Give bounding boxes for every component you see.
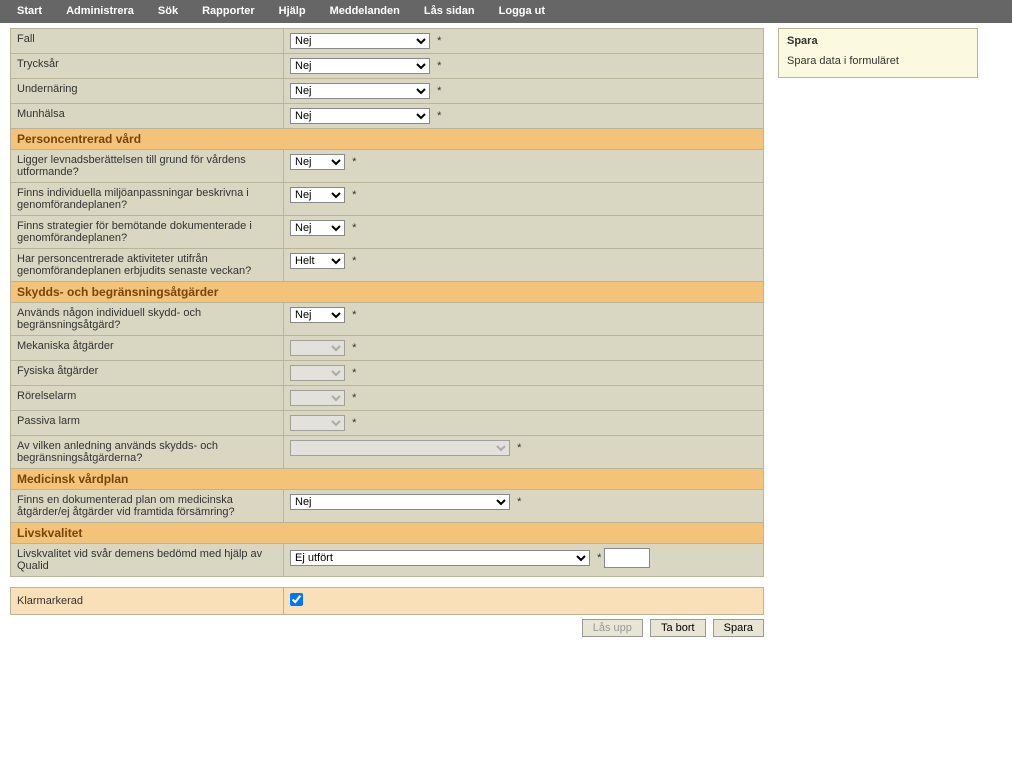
label-fysiska: Fysiska åtgärder <box>11 361 284 386</box>
select-qualid[interactable]: Ej utfört <box>290 550 590 566</box>
required-asterisk: * <box>352 156 356 168</box>
label-aktiviteter: Har personcentrerade aktiviteter utifrån… <box>11 249 284 282</box>
menu-start[interactable]: Start <box>5 3 54 19</box>
required-asterisk: * <box>597 552 601 564</box>
menu-sok[interactable]: Sök <box>146 3 190 19</box>
select-strategier[interactable]: Nej <box>290 220 345 236</box>
section-skydd: Skydds- och begränsningsåtgärder <box>11 282 764 303</box>
input-qualid-value[interactable] <box>604 548 650 568</box>
select-skydd-anvands[interactable]: Nej <box>290 307 345 323</box>
select-miljoanpassningar[interactable]: Nej <box>290 187 345 203</box>
required-asterisk: * <box>437 60 441 72</box>
select-medplan[interactable]: Nej <box>290 494 510 510</box>
select-undernaring[interactable]: Nej <box>290 83 430 99</box>
required-asterisk: * <box>517 496 521 508</box>
label-munhalsa: Munhälsa <box>11 104 284 129</box>
select-trycksar[interactable]: Nej <box>290 58 430 74</box>
select-fysiska <box>290 365 345 381</box>
spara-button[interactable]: Spara <box>713 619 764 637</box>
klar-table: Klarmarkerad <box>10 587 764 615</box>
label-klarmarkerad: Klarmarkerad <box>11 588 284 615</box>
label-passiva-larm: Passiva larm <box>11 411 284 436</box>
required-asterisk: * <box>517 442 521 454</box>
menu-rapporter[interactable]: Rapporter <box>190 3 267 19</box>
label-medplan: Finns en dokumenterad plan om medicinska… <box>11 490 284 523</box>
label-mekaniska: Mekaniska åtgärder <box>11 336 284 361</box>
required-asterisk: * <box>437 85 441 97</box>
form-table: Fall Nej * Trycksår Nej * Undernäring Ne… <box>10 28 764 577</box>
help-text: Spara data i formuläret <box>787 55 969 67</box>
help-title: Spara <box>787 35 969 47</box>
label-levnadsberattelse: Ligger levnadsberättelsen till grund för… <box>11 150 284 183</box>
required-asterisk: * <box>352 367 356 379</box>
required-asterisk: * <box>352 417 356 429</box>
required-asterisk: * <box>437 35 441 47</box>
label-trycksar: Trycksår <box>11 54 284 79</box>
select-aktiviteter[interactable]: Helt <box>290 253 345 269</box>
section-personcentrerad: Personcentrerad vård <box>11 129 764 150</box>
label-undernaring: Undernäring <box>11 79 284 104</box>
label-anledning: Av vilken anledning används skydds- och … <box>11 436 284 469</box>
required-asterisk: * <box>352 189 356 201</box>
section-livskvalitet: Livskvalitet <box>11 523 764 544</box>
menu-las-sidan[interactable]: Lås sidan <box>412 3 487 19</box>
menu-meddelanden[interactable]: Meddelanden <box>318 3 412 19</box>
checkbox-klarmarkerad[interactable] <box>290 593 303 606</box>
section-medicinsk: Medicinsk vårdplan <box>11 469 764 490</box>
required-asterisk: * <box>437 110 441 122</box>
label-skydd-anvands: Används någon individuell skydd- och beg… <box>11 303 284 336</box>
menu-logga-ut[interactable]: Logga ut <box>487 3 557 19</box>
required-asterisk: * <box>352 255 356 267</box>
tabort-button[interactable]: Ta bort <box>650 619 706 637</box>
required-asterisk: * <box>352 222 356 234</box>
label-miljoanpassningar: Finns individuella miljöanpassningar bes… <box>11 183 284 216</box>
required-asterisk: * <box>352 309 356 321</box>
select-levnadsberattelse[interactable]: Nej <box>290 154 345 170</box>
select-anledning <box>290 440 510 456</box>
required-asterisk: * <box>352 392 356 404</box>
label-fall: Fall <box>11 29 284 54</box>
select-munhalsa[interactable]: Nej <box>290 108 430 124</box>
select-passiva-larm <box>290 415 345 431</box>
select-rorelselarm <box>290 390 345 406</box>
button-row: Lås upp Ta bort Spara <box>10 619 764 637</box>
label-strategier: Finns strategier för bemötande dokumente… <box>11 216 284 249</box>
label-rorelselarm: Rörelselarm <box>11 386 284 411</box>
menu-hjalp[interactable]: Hjälp <box>267 3 318 19</box>
select-mekaniska <box>290 340 345 356</box>
label-qualid: Livskvalitet vid svår demens bedömd med … <box>11 544 284 577</box>
menu-administrera[interactable]: Administrera <box>54 3 146 19</box>
lasupp-button: Lås upp <box>582 619 643 637</box>
help-box: Spara Spara data i formuläret <box>778 28 978 78</box>
top-menubar: Start Administrera Sök Rapporter Hjälp M… <box>0 0 1012 23</box>
select-fall[interactable]: Nej <box>290 33 430 49</box>
required-asterisk: * <box>352 342 356 354</box>
